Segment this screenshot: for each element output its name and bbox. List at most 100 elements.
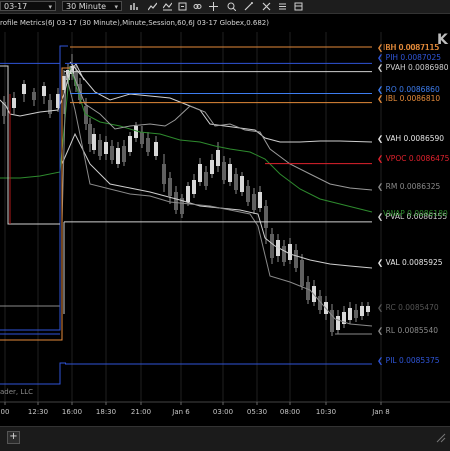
candle-body <box>306 282 310 300</box>
level-label: ❮ PVAH 0.0086980 <box>377 63 449 72</box>
candle-body <box>146 138 150 152</box>
candle-body <box>186 186 190 202</box>
candle-body <box>360 306 364 316</box>
copyright-text: ader, LLC <box>0 388 33 396</box>
candle-body <box>42 86 46 96</box>
x-axis-tick-label: 16:00 <box>62 408 82 416</box>
platform-logo: K <box>437 32 449 48</box>
candle-body <box>282 246 286 262</box>
candle-body <box>270 234 274 258</box>
zoom-icon[interactable] <box>227 2 236 11</box>
price-chart[interactable]: ❮ RH 0.0087115❮ PIH 0.0087025❮ PVAH 0.00… <box>0 14 450 426</box>
chart-grid <box>4 32 382 402</box>
x-axis-tick-label: 00 <box>1 408 10 416</box>
candle-body <box>116 148 120 164</box>
candle-body <box>288 244 292 260</box>
data-box-icon[interactable] <box>294 2 303 11</box>
candle-body <box>168 178 172 196</box>
candle-body <box>294 250 298 268</box>
candle-body <box>234 174 238 190</box>
level-label: ❮ VAL 0.0085925 <box>377 258 443 267</box>
candle-body <box>192 180 196 194</box>
candle-body <box>348 308 352 320</box>
strategy-icon[interactable] <box>178 2 187 11</box>
x-axis-tick-label: 05:30 <box>247 408 267 416</box>
candle-body <box>366 306 370 312</box>
candle-body <box>210 160 214 174</box>
overlap-level-label: VWAP 0.0086180 <box>383 209 448 218</box>
level-label: ❮ PIL 0.0085375 <box>377 356 440 365</box>
chevron-down-icon: ▾ <box>114 3 118 11</box>
level-label: ❮ PIH 0.0087025 <box>377 53 441 62</box>
candle-body <box>110 146 114 160</box>
x-axis-tick-label: 21:00 <box>131 408 151 416</box>
x-axis-tick-label: 18:30 <box>96 408 116 416</box>
candle-body <box>198 164 202 182</box>
crosshair-icon[interactable] <box>209 2 218 11</box>
add-tab-button[interactable]: + <box>7 431 20 444</box>
level-lines <box>0 45 372 385</box>
candle-body <box>240 176 244 192</box>
properties-icon[interactable] <box>278 2 287 11</box>
level-label: ❮ VPOC 0.0086475 <box>377 154 450 163</box>
candle-body <box>12 98 16 108</box>
rm-curve <box>69 65 373 191</box>
candlestick-series <box>2 54 370 336</box>
x-axis-tick-label: Jan 8 <box>371 408 389 416</box>
candle-body <box>174 192 178 210</box>
candle-body <box>92 134 96 150</box>
resize-grip-icon[interactable] <box>434 431 446 443</box>
instrument-date-value: 03-17 <box>4 2 28 11</box>
instrument-date-select[interactable]: 03-17 ▾ <box>0 1 56 11</box>
level-label: ❮ RL 0.0085540 <box>377 326 438 335</box>
x-axis-tick-label: 10:30 <box>316 408 336 416</box>
candle-body <box>222 162 226 180</box>
candle-body <box>154 142 158 156</box>
link-icon[interactable] <box>193 2 202 11</box>
status-bar: + <box>0 426 450 451</box>
candle-body <box>216 150 220 166</box>
candle-body <box>354 310 358 318</box>
candle-body <box>104 142 108 154</box>
level-labels: ❮ RH 0.0087115❮ PIH 0.0087025❮ PVAH 0.00… <box>377 43 450 365</box>
candle-body <box>246 186 250 202</box>
trend-icon[interactable] <box>148 2 157 11</box>
level-label: ❮ VAH 0.0086590 <box>377 134 444 143</box>
interval-select[interactable]: 30 Minute ▾ <box>62 1 122 11</box>
x-axis: 00 12:30 16:00 18:30 21:00 Jan 6 03:00 05:30 08:… <box>1 402 390 416</box>
draw-tool-icon[interactable] <box>244 2 253 11</box>
candle-body <box>128 136 132 152</box>
candle-body <box>98 140 102 156</box>
candle-body <box>134 126 138 138</box>
candle-body <box>228 164 232 182</box>
candle-body <box>252 194 256 210</box>
level-label: ❮ RM 0.0086325 <box>377 182 441 191</box>
candle-body <box>336 316 340 330</box>
level-label: ❮ RC 0.0085470 <box>377 303 439 312</box>
chevron-down-icon: ▾ <box>48 3 52 11</box>
bar-chart-icon[interactable] <box>130 2 139 11</box>
pvah-pval-step-line <box>0 65 60 225</box>
interval-value: 30 Minute <box>66 2 107 11</box>
candle-body <box>48 100 52 114</box>
indicators-icon[interactable] <box>163 2 172 11</box>
candle-body <box>32 92 36 100</box>
candle-body <box>258 192 262 208</box>
candle-body <box>88 124 92 144</box>
candle-body <box>264 206 268 228</box>
level-label: ❮ IBL 0.0086810 <box>377 94 440 103</box>
vah-curve <box>69 61 373 143</box>
candle-body <box>300 260 304 286</box>
candle-body <box>204 172 208 186</box>
chart-toolbar: 03-17 ▾ 30 Minute ▾ <box>0 0 450 14</box>
x-axis-tick-label: 08:00 <box>280 408 300 416</box>
x-axis-tick-label: 12:30 <box>28 408 48 416</box>
candle-body <box>22 84 26 94</box>
x-axis-tick-label: Jan 6 <box>171 408 190 416</box>
x-axis-tick-label: 03:00 <box>213 408 233 416</box>
candle-body <box>162 164 166 184</box>
prior-session-pil-line <box>0 362 66 385</box>
candle-body <box>122 146 126 162</box>
close-icon[interactable] <box>262 2 271 11</box>
indicator-label: rofile Metrics(6J 03-17 (30 Minute),Minu… <box>0 19 269 27</box>
